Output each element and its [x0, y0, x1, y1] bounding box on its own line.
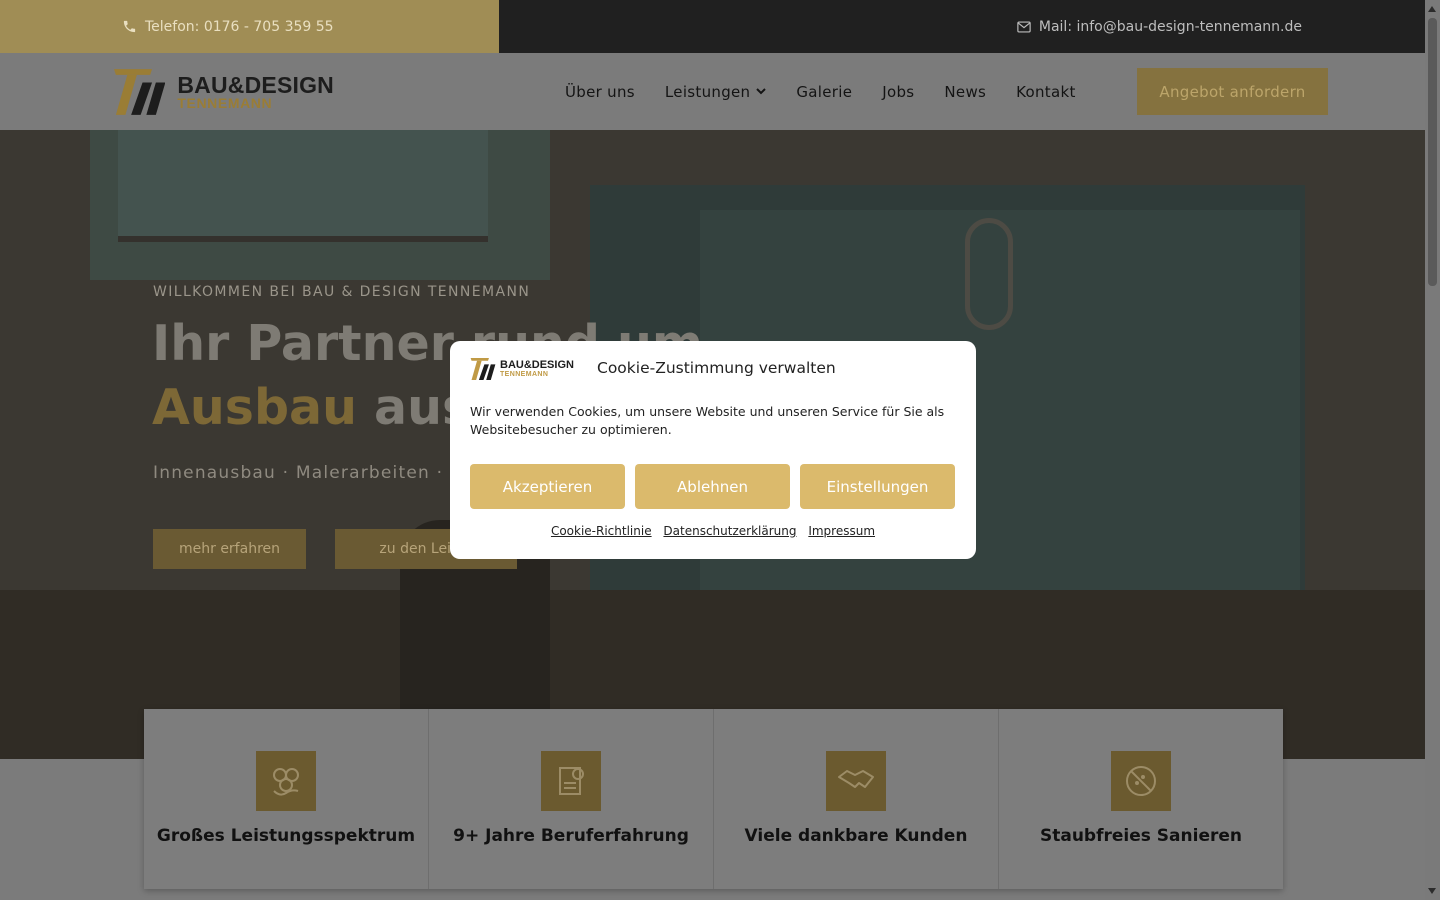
mail-text[interactable]: Mail: info@bau-design-tennemann.de [1039, 19, 1302, 35]
nav-item-leistungen[interactable]: Leistungen [664, 82, 767, 101]
cookie-dialog-logo: BAU&DESIGN TENNEMANN [470, 358, 574, 380]
nav-item-leistungen-label: Leistungen [664, 82, 751, 101]
nav-item-ueber-uns[interactable]: Über uns [565, 83, 635, 101]
mail-bar[interactable]: Mail: info@bau-design-tennemann.de [499, 0, 1425, 53]
certificate-icon [541, 751, 601, 811]
cookie-links: Cookie-Richtlinie Datenschutzerklärung I… [450, 524, 976, 538]
feature-card: Staubfreies Sanieren [999, 709, 1283, 889]
phone-text[interactable]: Telefon: 0176 - 705 359 55 [145, 19, 334, 35]
no-dust-icon [1111, 751, 1171, 811]
logo-mark-icon [470, 358, 496, 380]
quote-request-button[interactable]: Angebot anfordern [1137, 68, 1328, 115]
cookie-policy-link[interactable]: Cookie-Richtlinie [551, 524, 652, 538]
more-info-button[interactable]: mehr erfahren [153, 529, 306, 569]
cookie-consent-dialog: BAU&DESIGN TENNEMANN Cookie-Zustimmung v… [450, 341, 976, 559]
main-nav: Über uns Leistungen Galerie Jobs News Ko… [550, 53, 1091, 130]
phone-icon [123, 20, 136, 33]
nav-item-jobs[interactable]: Jobs [882, 83, 914, 101]
hero-bg-door-handle [965, 218, 1013, 330]
hero-subline: Innenausbau · Malerarbeiten · Fl [153, 463, 467, 483]
cookie-settings-button[interactable]: Einstellungen [800, 464, 955, 509]
feature-title: 9+ Jahre Beruferfahrung [453, 826, 689, 846]
gears-hand-icon [256, 751, 316, 811]
cookie-logo-line2: TENNEMANN [500, 371, 549, 378]
cookie-dialog-title: Cookie-Zustimmung verwalten [597, 359, 836, 377]
hero-bg-window [118, 130, 488, 242]
page-scrollbar[interactable] [1425, 0, 1440, 900]
scroll-down-icon[interactable] [1428, 888, 1436, 894]
phone-bar[interactable]: Telefon: 0176 - 705 359 55 [0, 0, 499, 53]
feature-card: Viele dankbare Kunden [714, 709, 999, 889]
chevron-down-icon [756, 88, 767, 95]
mail-icon [1017, 20, 1031, 33]
feature-card: Großes Leistungsspektrum [144, 709, 429, 889]
nav-item-galerie[interactable]: Galerie [796, 83, 852, 101]
nav-item-news[interactable]: News [944, 83, 986, 101]
logo-text-line1: BAU&DESIGN [177, 72, 334, 98]
cookie-logo-line1: BAU&DESIGN [500, 359, 574, 371]
scroll-up-icon[interactable] [1428, 6, 1436, 12]
cookie-dialog-text: Wir verwenden Cookies, um unsere Website… [470, 404, 945, 437]
site-logo[interactable]: BAU&DESIGN TENNEMANN [114, 67, 334, 117]
deny-cookies-button[interactable]: Ablehnen [635, 464, 790, 509]
feature-cards: Großes Leistungsspektrum 9+ Jahre Berufe… [144, 709, 1283, 889]
logo-mark-icon [114, 69, 166, 115]
feature-card: 9+ Jahre Beruferfahrung [429, 709, 714, 889]
feature-title: Großes Leistungsspektrum [156, 826, 416, 846]
privacy-policy-link[interactable]: Datenschutzerklärung [663, 524, 796, 538]
top-bar: Telefon: 0176 - 705 359 55 Mail: info@ba… [0, 0, 1425, 53]
scrollbar-thumb[interactable] [1428, 18, 1437, 286]
feature-title: Viele dankbare Kunden [744, 826, 968, 846]
handshake-icon [826, 751, 886, 811]
imprint-link[interactable]: Impressum [808, 524, 875, 538]
hero-kicker: WILLKOMMEN BEI BAU & DESIGN TENNEMANN [153, 284, 531, 300]
hero-headline-gold: Ausbau [152, 379, 357, 436]
accept-cookies-button[interactable]: Akzeptieren [470, 464, 625, 509]
site-header: BAU&DESIGN TENNEMANN Über uns Leistungen… [0, 53, 1425, 130]
logo-text-line2: TENNEMANN [177, 95, 273, 111]
nav-item-kontakt[interactable]: Kontakt [1016, 83, 1076, 101]
feature-title: Staubfreies Sanieren [1039, 826, 1242, 846]
